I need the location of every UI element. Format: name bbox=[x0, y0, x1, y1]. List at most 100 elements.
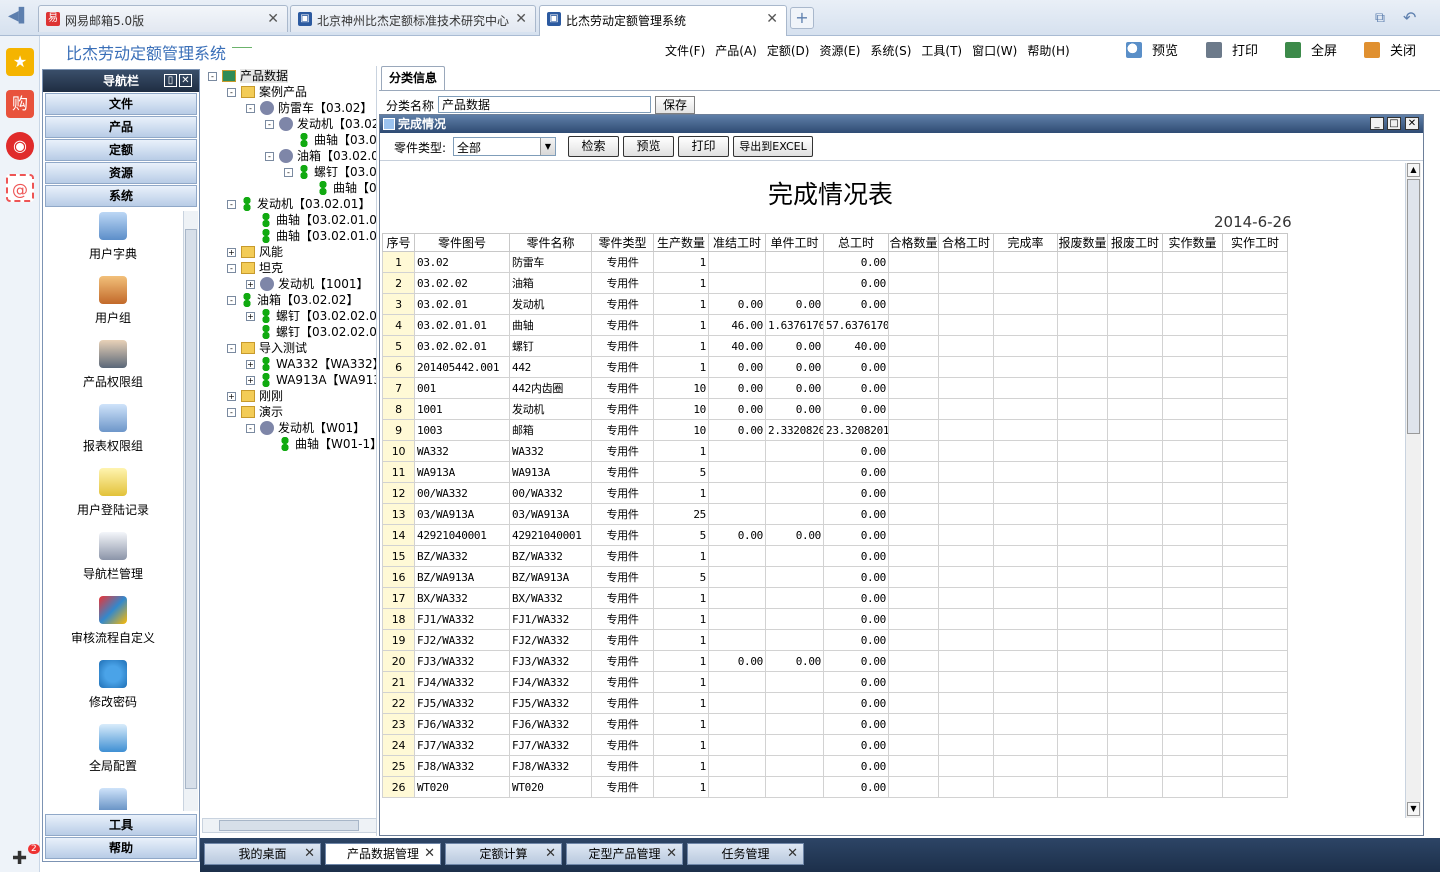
collapse-icon[interactable]: - bbox=[265, 152, 274, 161]
tree-node[interactable]: - 防雷车【03.02】 bbox=[246, 100, 372, 116]
nav-item-user-dict[interactable]: 用户字典 bbox=[45, 210, 181, 274]
tree-node[interactable]: - 导入测试 bbox=[227, 340, 307, 356]
nav-scrollbar[interactable] bbox=[183, 211, 198, 811]
new-tab-button[interactable]: + bbox=[790, 7, 814, 29]
tab-product-data[interactable]: 产品数据管理 ✕ bbox=[325, 843, 441, 865]
nav-item-user-group[interactable]: 用户组 bbox=[45, 274, 181, 338]
collapse-icon[interactable]: - bbox=[227, 296, 236, 305]
menu-resource[interactable]: 资源(E) bbox=[814, 40, 865, 62]
close-icon[interactable]: ✕ bbox=[304, 844, 315, 864]
tab-product-type[interactable]: 定型产品管理 ✕ bbox=[566, 843, 683, 865]
tree-node[interactable]: - 发动机【03.02 bbox=[265, 116, 376, 132]
tree-node[interactable]: - 演示 bbox=[227, 404, 283, 420]
collapse-icon[interactable]: - bbox=[208, 72, 217, 81]
chevron-down-icon[interactable]: ▼ bbox=[540, 138, 555, 155]
tree-node[interactable]: + 风能 bbox=[227, 244, 283, 260]
tree-node[interactable]: - 油箱【03.02.0 bbox=[265, 148, 376, 164]
tree-node[interactable]: 曲轴【03.0 bbox=[284, 132, 376, 148]
tree-horizontal-scrollbar[interactable] bbox=[202, 818, 377, 833]
close-icon[interactable]: ✕ bbox=[545, 844, 556, 864]
tree-node[interactable]: - 坦克 bbox=[227, 260, 283, 276]
nav-item-workflow[interactable]: 审核流程自定义 bbox=[45, 594, 181, 658]
tree-node[interactable]: - 螺钉【03.0 bbox=[284, 164, 376, 180]
close-icon[interactable]: ✕ bbox=[515, 11, 527, 27]
tree-node[interactable]: + 刚刚 bbox=[227, 388, 283, 404]
pin-icon[interactable]: ▯ bbox=[164, 74, 177, 87]
scroll-thumb[interactable] bbox=[219, 820, 359, 831]
browser-tab-bjtech[interactable]: ▣ 北京神州比杰定额标准技术研究中心 ✕ bbox=[290, 5, 536, 32]
tree-node[interactable]: + 螺钉【03.02.02.0 bbox=[246, 308, 376, 324]
nav-section-help[interactable]: 帮助 bbox=[45, 837, 197, 859]
menu-help[interactable]: 帮助(H) bbox=[1022, 40, 1074, 62]
close-icon[interactable]: ✕ bbox=[1405, 117, 1419, 130]
nav-item-more[interactable] bbox=[45, 786, 181, 810]
tree-node[interactable]: 曲轴【03.02.01.0 bbox=[246, 212, 376, 228]
collapse-icon[interactable]: - bbox=[246, 424, 255, 433]
tree-node[interactable]: 曲轴【03.02.01.0 bbox=[246, 228, 376, 244]
tree-node[interactable]: - 油箱【03.02.02】 bbox=[227, 292, 358, 308]
add-icon[interactable]: ✚ bbox=[12, 848, 27, 869]
tab-my-desktop[interactable]: 我的桌面 ✕ bbox=[204, 843, 321, 865]
nav-section-file[interactable]: 文件 bbox=[45, 93, 197, 115]
scroll-down-icon[interactable]: ▼ bbox=[1407, 802, 1420, 816]
minimize-icon[interactable]: _ bbox=[1370, 117, 1384, 130]
menu-system[interactable]: 系统(S) bbox=[865, 40, 916, 62]
preview-button[interactable]: 预览 bbox=[623, 136, 674, 157]
nav-section-quota[interactable]: 定额 bbox=[45, 139, 197, 161]
preview-button[interactable]: 预览 bbox=[1126, 40, 1178, 59]
tree-node[interactable]: + WA913A【WA913A】 bbox=[246, 372, 376, 388]
menu-file[interactable]: 文件(F) bbox=[660, 40, 710, 62]
tree-node[interactable]: 曲轴【W01-1】 bbox=[265, 436, 376, 452]
nav-item-nav-manage[interactable]: 导航栏管理 bbox=[45, 530, 181, 594]
back-icon[interactable]: ◀▌ bbox=[8, 8, 30, 24]
tab-task-manage[interactable]: 任务管理 ✕ bbox=[687, 843, 804, 865]
favorite-star-icon[interactable]: ★ bbox=[6, 48, 34, 76]
close-icon[interactable]: ✕ bbox=[179, 74, 192, 87]
collapse-icon[interactable]: - bbox=[227, 344, 236, 353]
expand-icon[interactable]: + bbox=[246, 376, 255, 385]
tab-classify-info[interactable]: 分类信息 bbox=[381, 66, 445, 90]
expand-icon[interactable]: + bbox=[246, 280, 255, 289]
menu-quota[interactable]: 定额(D) bbox=[762, 40, 815, 62]
tree-node[interactable]: - 发动机【03.02.01】 bbox=[227, 196, 370, 212]
nav-section-tools[interactable]: 工具 bbox=[45, 814, 197, 836]
collapse-icon[interactable]: - bbox=[265, 120, 274, 129]
scroll-thumb[interactable] bbox=[185, 229, 197, 789]
weibo-icon[interactable]: ◉ bbox=[6, 132, 34, 160]
tab-quota-calc[interactable]: 定额计算 ✕ bbox=[445, 843, 562, 865]
collapse-icon[interactable]: - bbox=[284, 168, 293, 177]
export-excel-button[interactable]: 导出到EXCEL bbox=[733, 136, 813, 157]
menu-product[interactable]: 产品(A) bbox=[710, 40, 762, 62]
shopping-icon[interactable]: 购 bbox=[6, 90, 34, 118]
nav-item-global-config[interactable]: 全局配置 bbox=[45, 722, 181, 786]
maximize-icon[interactable]: □ bbox=[1387, 117, 1401, 130]
nav-section-system[interactable]: 系统 bbox=[45, 185, 197, 207]
close-icon[interactable]: ✕ bbox=[424, 844, 435, 864]
close-icon[interactable]: ✕ bbox=[787, 844, 798, 864]
fullscreen-button[interactable]: 全屏 bbox=[1285, 40, 1337, 59]
browser-tab-bjquota[interactable]: ▣ 比杰劳动定额管理系统 ✕ bbox=[539, 5, 787, 36]
close-button[interactable]: 关闭 bbox=[1364, 40, 1416, 59]
tree-node[interactable]: + WA332【WA332】 bbox=[246, 356, 376, 372]
collapse-icon[interactable]: - bbox=[246, 104, 255, 113]
collapse-icon[interactable]: - bbox=[227, 200, 236, 209]
browser-tab-netease[interactable]: 易 网易邮箱5.0版 ✕ bbox=[38, 5, 288, 32]
close-icon[interactable]: ✕ bbox=[267, 11, 279, 27]
classify-name-input[interactable] bbox=[438, 96, 651, 113]
tree-node[interactable]: 螺钉【03.02.02.0 bbox=[246, 324, 376, 340]
search-button[interactable]: 检索 bbox=[568, 136, 619, 157]
tree-node[interactable]: + 发动机【1001】 bbox=[246, 276, 369, 292]
nav-item-product-perm[interactable]: 产品权限组 bbox=[45, 338, 181, 402]
tree-node[interactable]: - 案例产品 bbox=[227, 84, 307, 100]
close-icon[interactable]: ✕ bbox=[766, 11, 778, 27]
tree-node[interactable]: - 产品数据 bbox=[208, 68, 289, 84]
expand-icon[interactable]: + bbox=[246, 312, 255, 321]
expand-icon[interactable]: + bbox=[246, 360, 255, 369]
nav-section-product[interactable]: 产品 bbox=[45, 116, 197, 138]
expand-icon[interactable]: + bbox=[227, 248, 236, 257]
tree-node[interactable]: - 发动机【W01】 bbox=[246, 420, 365, 436]
nav-section-resource[interactable]: 资源 bbox=[45, 162, 197, 184]
expand-icon[interactable]: + bbox=[227, 392, 236, 401]
collapse-icon[interactable]: - bbox=[227, 408, 236, 417]
nav-item-report-perm[interactable]: 报表权限组 bbox=[45, 402, 181, 466]
